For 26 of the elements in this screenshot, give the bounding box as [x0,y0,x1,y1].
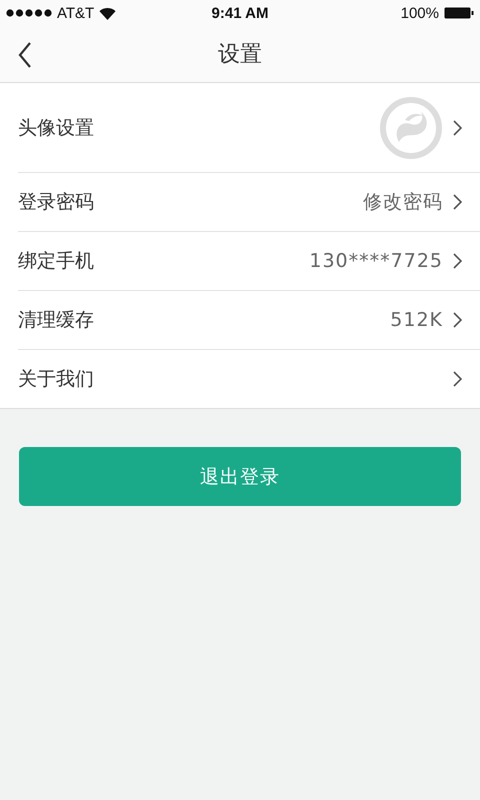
row-label: 登录密码 [18,190,95,215]
row-value: 512K [390,309,443,331]
settings-row[interactable]: 头像设置 [18,83,480,172]
signal-icon [6,9,52,17]
row-label: 关于我们 [18,367,95,392]
settings-row[interactable]: 清理缓存 512K [18,290,480,349]
wifi-icon [99,6,116,20]
page-title: 设置 [218,41,262,69]
settings-row[interactable]: 关于我们 [18,349,480,408]
row-value: 130****7725 [309,250,443,272]
battery-percent: 100% [400,4,439,22]
chevron-right-icon [453,312,462,328]
chevron-right-icon [453,253,462,269]
row-label: 清理缓存 [18,308,95,333]
row-label: 头像设置 [18,116,95,140]
carrier-name: AT&T [57,4,94,22]
status-time: 9:41 AM [212,4,268,22]
settings-row[interactable]: 绑定手机 130****7725 [18,231,480,290]
row-value: 修改密码 [363,190,443,215]
row-label: 绑定手机 [18,249,95,274]
avatar-icon [379,96,443,160]
battery-icon [444,7,474,19]
settings-row[interactable]: 登录密码 修改密码 [18,172,480,231]
chevron-right-icon [453,120,462,136]
chevron-right-icon [453,371,462,387]
chevron-right-icon [453,194,462,210]
